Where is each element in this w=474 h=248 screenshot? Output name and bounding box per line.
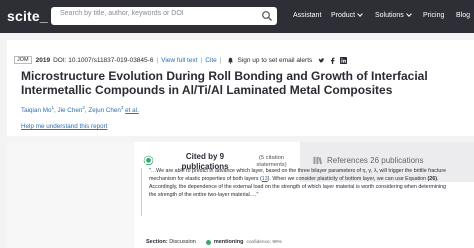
author-list: Taiqian Mo1, Jie Chen2, Zejun Chen3 et a… bbox=[21, 105, 139, 115]
nav-solutions[interactable]: Solutions bbox=[375, 11, 412, 19]
article-meta: JOM 2019 DOI: 10.1007/s11837-019-03845-6… bbox=[14, 56, 348, 64]
cite-link[interactable]: Cite bbox=[205, 57, 217, 64]
section-value: Discussion bbox=[169, 239, 196, 245]
author-affiliation: 1 bbox=[51, 105, 54, 110]
share-links bbox=[318, 56, 348, 64]
divider: | bbox=[200, 56, 203, 64]
section-label: Section: bbox=[146, 239, 168, 245]
view-full-text-link[interactable]: View full text bbox=[161, 57, 197, 64]
nav-product-label: Product bbox=[331, 12, 356, 19]
nav-pricing[interactable]: Pricing bbox=[423, 12, 444, 19]
search-placeholder: Search by title, author, keywords or DOI bbox=[60, 10, 184, 17]
author-affiliation: 3 bbox=[120, 105, 124, 110]
article-doi[interactable]: DOI: 10.1007/s11837-019-03845-6 bbox=[53, 57, 153, 64]
author-name: Taiqian Mo bbox=[21, 107, 52, 115]
logo[interactable]: scite_ bbox=[7, 8, 48, 24]
equation-ref: (26) bbox=[427, 176, 437, 182]
snippet-text: ). When we consider plasticity of bottom… bbox=[267, 176, 428, 182]
author-affiliation: 2 bbox=[82, 105, 85, 110]
author-name: Zejun Chen bbox=[88, 107, 121, 115]
chevron-down-icon bbox=[357, 11, 363, 17]
top-bar: scite_ Search by title, author, keywords… bbox=[0, 0, 474, 33]
nav-assistant[interactable]: Assistant bbox=[293, 12, 321, 19]
divider: | bbox=[156, 56, 159, 64]
author-link[interactable]: Jie Chen2 bbox=[57, 105, 85, 115]
article-title: Microstructure Evolution During Roll Bon… bbox=[21, 69, 428, 97]
divider: | bbox=[219, 56, 222, 64]
search-icon[interactable] bbox=[261, 10, 273, 22]
et-al-link[interactable]: et al. bbox=[125, 107, 139, 114]
bell-icon[interactable] bbox=[227, 57, 234, 64]
nav-solutions-label: Solutions bbox=[375, 12, 404, 19]
confidence-score: confidence: 99% bbox=[246, 239, 282, 245]
email-alerts-link[interactable]: Sign up to set email alerts bbox=[237, 57, 312, 64]
citation-snippet: "…We are able to predict in advance whic… bbox=[149, 167, 454, 199]
author-link[interactable]: Taiqian Mo1 bbox=[21, 105, 54, 115]
linkedin-icon[interactable] bbox=[340, 56, 348, 64]
twitter-icon[interactable] bbox=[318, 57, 325, 64]
article-year: 2019 bbox=[35, 56, 51, 64]
author-name: Jie Chen bbox=[57, 107, 83, 115]
citation-type: mentioning bbox=[213, 239, 244, 245]
search-input[interactable]: Search by title, author, keywords or DOI bbox=[51, 7, 277, 25]
nav-product[interactable]: Product bbox=[331, 11, 363, 19]
author-link[interactable]: Zejun Chen3 bbox=[88, 105, 124, 115]
chevron-down-icon bbox=[405, 11, 412, 17]
quote-divider bbox=[141, 168, 142, 216]
nav-blog[interactable]: Blog bbox=[456, 12, 470, 19]
filter-sidebar bbox=[7, 142, 134, 248]
help-understand-link[interactable]: Help me understand this report bbox=[21, 123, 107, 130]
snippet-footer: Section: Discussion mentioning confidenc… bbox=[146, 239, 282, 245]
journal-badge[interactable]: JOM bbox=[14, 56, 32, 64]
mentioning-dot-icon bbox=[205, 239, 211, 245]
facebook-icon[interactable] bbox=[329, 57, 336, 64]
